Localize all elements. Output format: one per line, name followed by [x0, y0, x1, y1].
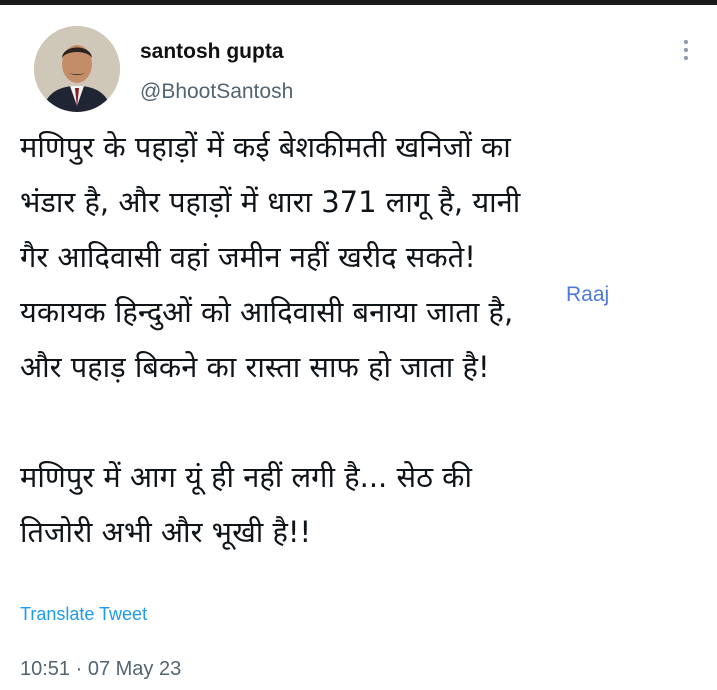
tweet-line: और पहाड़ बिकने का रास्ता साफ हो जाता है! [20, 350, 490, 384]
more-options-icon[interactable] [680, 40, 692, 66]
tweet-line: मणिपुर में आग यूं ही नहीं लगी है... सेठ … [20, 460, 472, 494]
author-name[interactable]: santosh gupta [140, 40, 284, 64]
tweet-line: भंडार है, और पहाड़ों में धारा 371 लागू ह… [20, 185, 521, 219]
tweet-line: गैर आदिवासी वहां जमीन नहीं खरीद सकते! [20, 240, 476, 274]
top-border [0, 0, 717, 5]
tweet-text: मणिपुर के पहाड़ों में कई बेशकीमती खनिजों… [20, 120, 710, 560]
author-handle[interactable]: @BhootSantosh [140, 80, 293, 104]
watermark-text: Raaj [566, 283, 610, 306]
tweet-line: मणिपुर के पहाड़ों में कई बेशकीमती खनिजों… [20, 130, 511, 164]
tweet-timestamp[interactable]: 10:51 · 07 May 23 [20, 658, 181, 681]
avatar-image [34, 26, 120, 112]
translate-tweet-link[interactable]: Translate Tweet [20, 604, 147, 625]
tweet-line: तिजोरी अभी और भूखी है!! [20, 515, 312, 549]
avatar[interactable] [34, 26, 120, 112]
